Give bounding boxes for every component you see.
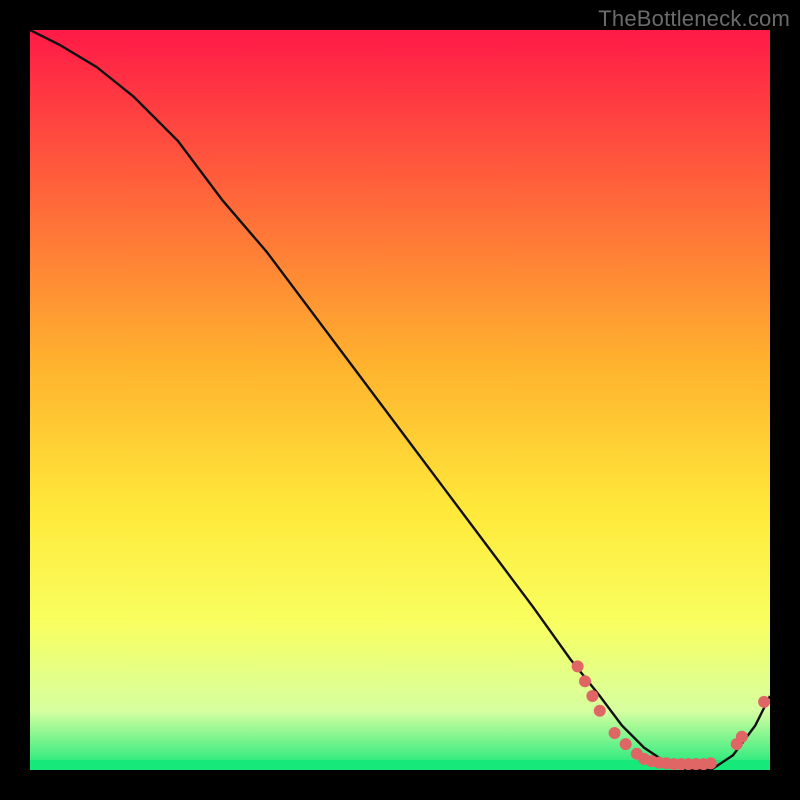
chart-area bbox=[30, 30, 770, 770]
curve-marker bbox=[758, 696, 770, 708]
curve-marker bbox=[579, 675, 591, 687]
watermark-text: TheBottleneck.com bbox=[598, 6, 790, 32]
curve-marker bbox=[586, 690, 598, 702]
curve-marker bbox=[572, 660, 584, 672]
curve-marker bbox=[620, 738, 632, 750]
curve-marker bbox=[705, 757, 717, 769]
chart-svg bbox=[30, 30, 770, 770]
curve-marker bbox=[736, 731, 748, 743]
curve-marker bbox=[609, 727, 621, 739]
curve-marker bbox=[594, 705, 606, 717]
chart-background bbox=[30, 30, 770, 770]
